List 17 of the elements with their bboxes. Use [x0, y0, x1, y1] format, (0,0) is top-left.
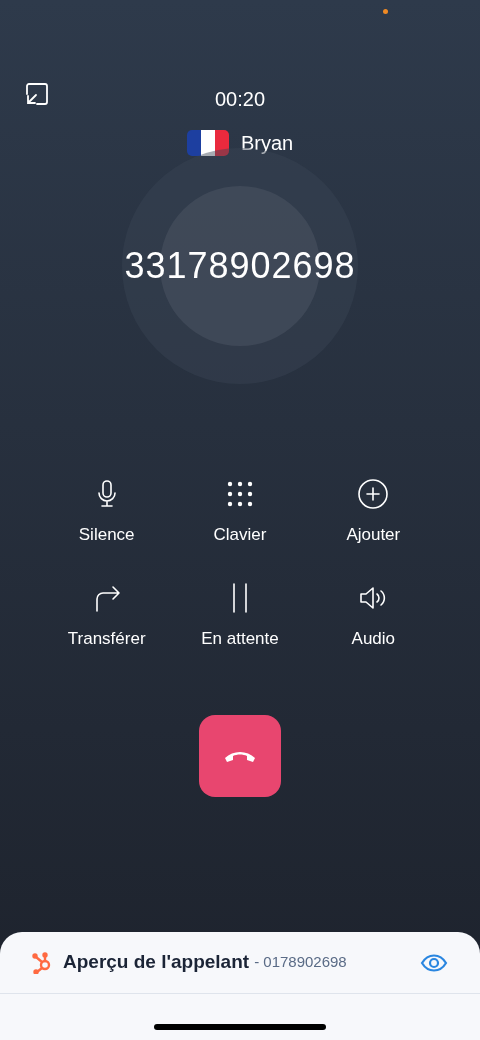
end-call-button[interactable]: [199, 715, 281, 797]
minimize-icon[interactable]: [25, 82, 49, 106]
contact-name: Bryan: [240, 131, 294, 156]
flag-icon: [186, 130, 229, 156]
preview-title: Aperçu de l'appelant: [63, 950, 250, 975]
recording-indicator: [383, 9, 388, 14]
call-action-button[interactable]: En attente: [173, 581, 307, 651]
call-action-button[interactable]: Transférer: [40, 581, 174, 651]
call-timer: 00:20: [214, 87, 266, 112]
call-action-button[interactable]: Audio: [306, 581, 440, 651]
add-icon: [357, 478, 390, 510]
call-action-button[interactable]: Ajouter: [306, 478, 440, 548]
call-action-button[interactable]: Silence: [40, 478, 174, 548]
phone-number: 33178902698: [124, 244, 356, 288]
call-action-button[interactable]: Clavier: [173, 478, 307, 548]
preview-number: - 0178902698: [254, 952, 347, 973]
eye-icon[interactable]: [420, 952, 448, 973]
